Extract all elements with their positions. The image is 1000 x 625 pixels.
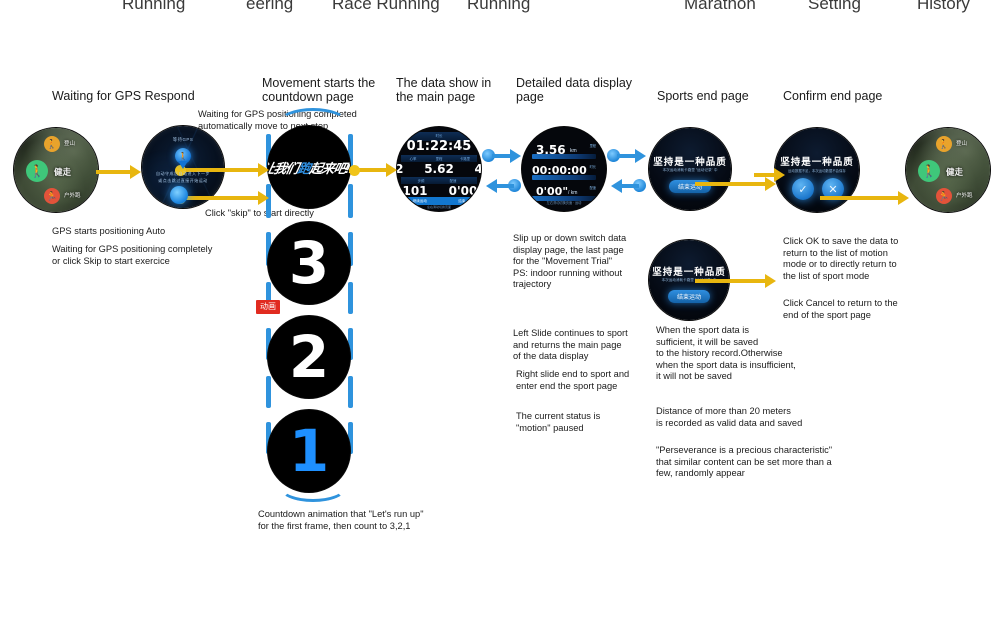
value-pace: 0'00 (448, 184, 478, 198)
mode-icon-outdoor-run-return[interactable]: 🏃 (936, 188, 952, 204)
detail-tag-distance: 里程 (589, 144, 596, 148)
note-click-skip: Click "skip" to start directly (205, 208, 314, 218)
note-distance-20m: Distance of more than 20 meters is recor… (656, 406, 803, 428)
top-label-setting: Setting (808, 0, 861, 13)
mode-icon-outdoor-run[interactable]: 🏃 (44, 188, 60, 204)
footer-end-label[interactable]: 结束 (458, 199, 465, 204)
countdown-digit-2: 2 (288, 323, 330, 391)
data-bottom-hint: 左右滑动切换页面 (426, 205, 451, 209)
banner-left-text: 让我们 (268, 160, 300, 176)
detail-row-pace: 0'00" / km 配速 (532, 185, 596, 201)
detail-unit-distance: km (570, 148, 577, 154)
footer-continue-label[interactable]: 继续运动 (413, 199, 427, 204)
mode-label-walking: 健走 (54, 167, 72, 177)
end-title-1: 坚持是一种品质 (653, 157, 727, 168)
detail-tag-pace: 配速 (589, 186, 596, 190)
label-calories: 卡路里 (459, 157, 471, 161)
end-exercise-button-2[interactable]: 结束运动 (668, 290, 710, 303)
watch-countdown-3: 3 (268, 222, 350, 304)
value-calories: 452 (474, 162, 481, 176)
caption-main-data: The data show in the main page (396, 76, 492, 104)
detail-row-duration: 00:00:00 时长 (532, 164, 596, 180)
note-save-sufficient: When the sport data is sufficient, it wi… (656, 325, 796, 381)
end-title-2: 坚持是一种品质 (652, 267, 726, 278)
mode-label-walking-return: 健走 (946, 167, 964, 177)
detail-value-duration: 00:00:00 (532, 164, 587, 177)
watch-countdown-1: 1 (268, 410, 350, 492)
caption-gps-wait: Waiting for GPS Respond (52, 89, 195, 103)
note-left-slide: Left Slide continues to sport and return… (513, 328, 628, 361)
label-heart-rate: 心率 (409, 157, 417, 161)
detail-unit-pace: / km (568, 190, 578, 196)
label-duration: 时长 (435, 134, 443, 138)
caption-detail-data: Detailed data display page (516, 76, 633, 104)
confirm-ok-button[interactable]: ✓ (792, 178, 814, 200)
gps-hint-line2: 或点击跳过直接开始运动 (158, 178, 208, 183)
caption-confirm-end: Confirm end page (783, 89, 883, 103)
top-label-running-1: Running (122, 0, 186, 13)
mode-label-outdoor-run: 户外跑 (64, 193, 81, 199)
mode-icon-walking[interactable]: 🚶 (26, 160, 48, 182)
note-countdown-animation: Countdown animation that "Let's run up" … (258, 509, 424, 531)
gps-pin-icon: 🚶 (175, 148, 191, 164)
mode-label-climbing-return: 登山 (956, 141, 968, 147)
caption-sports-end: Sports end page (657, 89, 749, 103)
watch-main-data-page[interactable]: 时长 01:22:45 心率 里程 卡路里 152 5.62 452 步频 配速… (397, 127, 481, 211)
countdown-digit-3: 3 (288, 229, 330, 297)
gps-skip-button[interactable] (170, 186, 188, 204)
banner-right-text: 起来吧!!! (308, 160, 350, 176)
top-header-row: Running eering Race Running Running Mara… (0, 0, 1000, 18)
label-cadence: 步频 (417, 179, 425, 183)
confirm-subtitle: 运动数据不足，本次运动数据不会保存 (788, 169, 846, 173)
countdown-digit-1: 1 (288, 417, 330, 485)
note-click-ok: Click OK to save the data to return to t… (783, 236, 899, 281)
end-subtitle-1: 本次运动消耗卡路里 "运动记录" 中 (662, 168, 718, 172)
detail-value-pace: 0'00" (536, 185, 569, 198)
detail-footer-hint: 左右滑动切换页面 · 运动 (546, 201, 582, 205)
note-perseverance-quote: "Perseverance is a precious characterist… (656, 445, 833, 478)
mode-label-outdoor-run-return: 户外跑 (956, 193, 973, 199)
caption-countdown: Movement starts the countdown page (262, 76, 376, 104)
run-up-text: 让我们跑起来吧!!! (268, 126, 350, 208)
top-label-history: History (917, 0, 970, 13)
top-label-marathon: Marathon (684, 0, 756, 13)
top-label-race-running: Race Running (332, 0, 440, 13)
value-duration: 01:22:45 (406, 139, 472, 154)
detail-row-distance: 3.56 km 里程 (532, 143, 596, 159)
detail-tag-duration: 时长 (589, 165, 596, 169)
watch-sport-mode-list-return[interactable]: 🚶 登山 🚶 健走 🏃 户外跑 (906, 128, 990, 212)
detail-value-distance: 3.56 (536, 143, 566, 157)
note-gps-start-auto: GPS starts positioning Auto (52, 226, 166, 236)
watch-detail-data-page[interactable]: 3.56 km 里程 00:00:00 时长 0'00" / km 配速 左右滑… (522, 127, 606, 211)
note-click-cancel: Click Cancel to return to the end of the… (783, 298, 898, 320)
note-slide-switch: Slip up or down switch data display page… (513, 233, 627, 289)
gps-header-label: 等待GPS (172, 137, 194, 142)
mode-icon-climbing-return[interactable]: 🚶 (936, 136, 952, 152)
watch-run-up-banner: 让我们跑起来吧!!! (268, 126, 350, 208)
note-current-status: The current status is "motion" paused (516, 411, 601, 433)
mode-icon-walking-return[interactable]: 🚶 (918, 160, 940, 182)
confirm-title: 坚持是一种品质 (780, 157, 854, 168)
watch-sports-end-page-1[interactable]: 坚持是一种品质 本次运动消耗卡路里 "运动记录" 中 结束运动 (649, 128, 731, 210)
top-label-running-2: Running (467, 0, 531, 13)
mode-icon-climbing[interactable]: 🚶 (44, 136, 60, 152)
watch-sport-mode-list[interactable]: 🚶 登山 🚶 健走 🏃 户外跑 (14, 128, 98, 212)
mode-label-climbing: 登山 (64, 141, 76, 147)
note-right-slide: Right slide end to sport and enter end t… (516, 369, 630, 391)
label-distance: 里程 (435, 157, 443, 161)
top-label-eering: eering (246, 0, 294, 13)
watch-countdown-2: 2 (268, 316, 350, 398)
label-pace: 配速 (449, 179, 457, 183)
note-gps-wait-detail: Waiting for GPS positioning completely o… (52, 244, 213, 266)
gps-hint-line1: 自动守成后自动进入下一步 (156, 171, 210, 176)
data-footer-actions[interactable]: 继续运动 结束 (397, 197, 481, 205)
